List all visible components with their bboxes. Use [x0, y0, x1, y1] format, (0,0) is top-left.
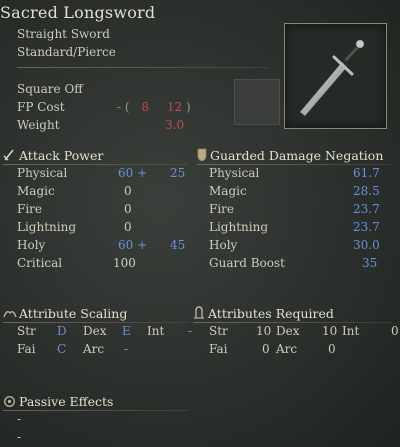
weight-value: 3.0: [165, 118, 185, 132]
gn-label-guard-boost: Guard Boost: [209, 256, 285, 270]
weapon-image: [284, 23, 387, 129]
gn-value-physical: 61.7: [353, 166, 380, 180]
required-arc-label: Arc: [276, 342, 298, 356]
ap-base-physical: 60 +: [118, 166, 148, 180]
required-str-value: 10: [256, 324, 272, 338]
damage-type: Standard/Pierce: [17, 45, 116, 59]
weight-label: Weight: [17, 118, 60, 132]
passive-effects-header: Passive Effects: [19, 394, 114, 409]
gn-label-magic: Magic: [209, 184, 247, 198]
weapon-title: Sacred Longsword: [0, 3, 156, 22]
attribute-scaling-header: Attribute Scaling: [19, 306, 128, 321]
ap-base-holy: 60 +: [118, 238, 148, 252]
required-str-label: Str: [209, 324, 228, 338]
fp-cost-prefix: - (: [117, 100, 130, 114]
scaling-str-value: D: [57, 324, 67, 338]
ash-of-war-slot[interactable]: [234, 79, 280, 125]
gn-label-lightning: Lightning: [209, 220, 269, 234]
gn-label-physical: Physical: [209, 166, 260, 180]
scaling-fai-label: Fai: [17, 342, 36, 356]
scaling-str-label: Str: [17, 324, 36, 338]
shield-icon: [197, 148, 207, 162]
required-dex-value: 10: [322, 324, 338, 338]
weapon-class: Straight Sword: [17, 27, 110, 41]
divider: [3, 410, 189, 411]
divider: [3, 164, 189, 165]
required-int-label: Int: [342, 324, 360, 338]
scaling-fai-value: C: [57, 342, 67, 356]
skill-name: Square Off: [17, 82, 83, 96]
divider: [193, 322, 392, 323]
ap-label-physical: Physical: [17, 166, 68, 180]
fp-cost-suffix: ): [185, 100, 191, 114]
ap-base-critical: 100: [113, 256, 136, 270]
required-int-value: 0: [391, 324, 399, 338]
requirement-icon: [194, 306, 204, 319]
ap-bonus-holy: 45: [170, 238, 186, 252]
ap-base-magic: 0: [124, 184, 132, 198]
ap-label-lightning: Lightning: [17, 220, 77, 234]
passive-icon: [4, 396, 15, 407]
ap-label-fire: Fire: [17, 202, 43, 216]
scaling-icon: [3, 310, 17, 318]
attributes-required-header: Attributes Required: [208, 306, 334, 321]
longsword-icon: [299, 39, 365, 117]
attack-power-header: Attack Power: [19, 148, 104, 163]
divider: [197, 164, 392, 165]
ap-bonus-physical: 25: [170, 166, 186, 180]
gn-value-guard-boost: 35: [362, 256, 378, 270]
required-dex-label: Dex: [276, 324, 300, 338]
gn-value-lightning: 23.7: [353, 220, 380, 234]
ap-label-critical: Critical: [17, 256, 63, 270]
gn-value-magic: 28.5: [353, 184, 380, 198]
scaling-arc-value: -: [124, 342, 129, 356]
scaling-dex-label: Dex: [83, 324, 107, 338]
passive-effect-line-2: -: [17, 430, 22, 444]
scaling-arc-label: Arc: [83, 342, 105, 356]
fp-cost-value: - ( 8 12 ): [117, 100, 191, 114]
scaling-dex-value: E: [122, 324, 131, 338]
required-arc-value: 0: [328, 342, 336, 356]
gn-value-holy: 30.0: [353, 238, 380, 252]
fp-cost-label: FP Cost: [17, 100, 65, 114]
scaling-int-value: -: [188, 324, 193, 338]
fp-cost-value1: 8: [141, 100, 150, 114]
ap-label-holy: Holy: [17, 238, 46, 252]
divider: [17, 67, 269, 68]
ap-base-fire: 0: [124, 202, 132, 216]
scaling-int-label: Int: [147, 324, 165, 338]
fp-cost-value2: 12: [166, 100, 183, 114]
divider: [3, 322, 189, 323]
gn-value-fire: 23.7: [353, 202, 380, 216]
ap-label-magic: Magic: [17, 184, 55, 198]
guarded-negation-header: Guarded Damage Negation: [210, 148, 384, 163]
sword-icon: [3, 149, 14, 161]
required-fai-value: 0: [262, 342, 270, 356]
gn-label-holy: Holy: [209, 238, 238, 252]
required-fai-label: Fai: [209, 342, 228, 356]
passive-effect-line-1: -: [17, 412, 22, 426]
gn-label-fire: Fire: [209, 202, 235, 216]
ap-base-lightning: 0: [124, 220, 132, 234]
